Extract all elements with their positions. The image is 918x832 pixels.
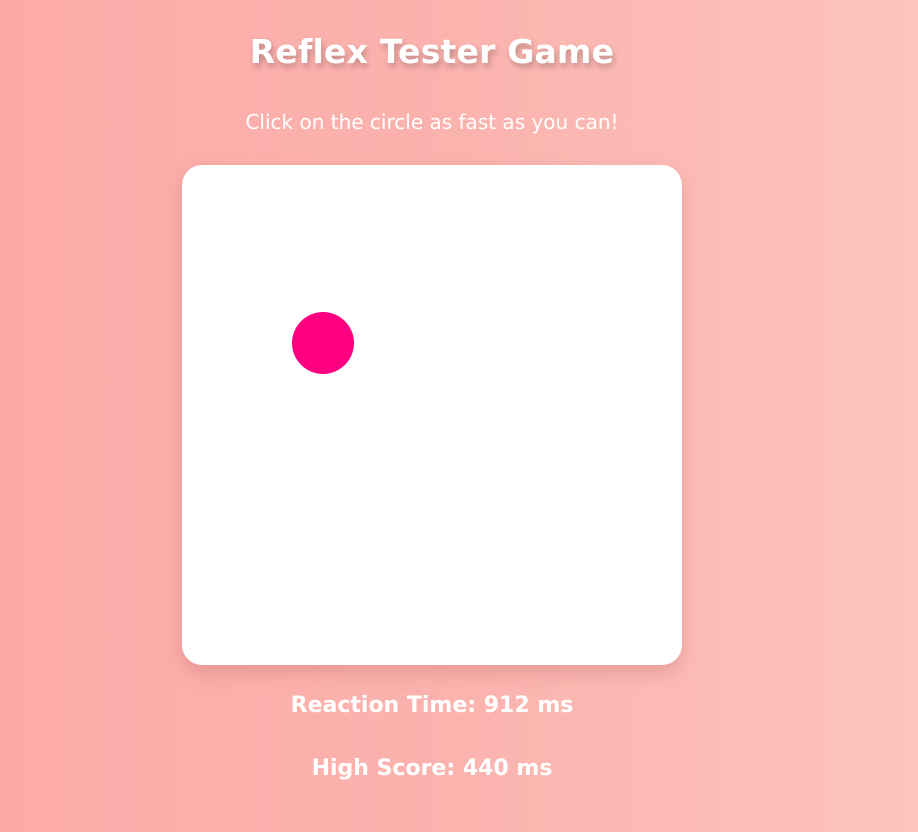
page-title: Reflex Tester Game — [249, 32, 615, 71]
reaction-time-display: Reaction Time: 912 ms — [290, 693, 574, 718]
instructions-text: Click on the circle as fast as you can! — [245, 110, 619, 134]
high-score-display: High Score: 440 ms — [311, 756, 553, 781]
game-board[interactable] — [182, 165, 682, 665]
target-circle[interactable] — [292, 312, 354, 374]
